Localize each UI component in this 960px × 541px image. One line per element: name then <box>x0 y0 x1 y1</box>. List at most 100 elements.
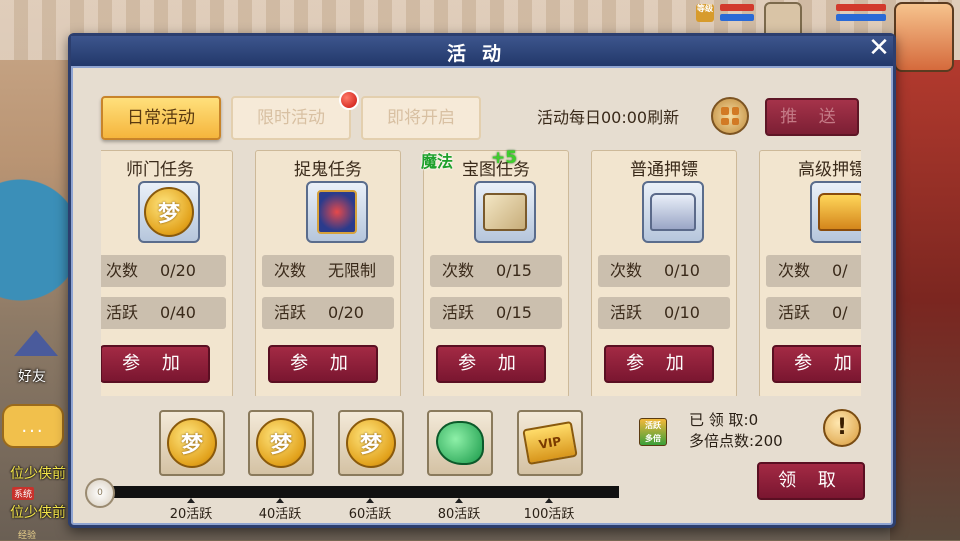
progress-knob: 0 <box>85 478 115 508</box>
coin-glyph: 梦 <box>144 187 194 237</box>
reward-40[interactable]: 梦 <box>248 410 314 476</box>
join-button[interactable]: 参 加 <box>436 345 546 383</box>
activity-card: 师门任务 梦 次数 0/20 活跃 0/40 参 加 <box>101 150 233 396</box>
close-icon[interactable]: ✕ <box>865 34 893 62</box>
multiplier-points-icon: 活跃 多倍 <box>639 418 667 446</box>
gold-chest-icon <box>810 181 861 243</box>
count-row: 次数 0/10 <box>598 255 730 287</box>
chat-line: 位少侠前 <box>10 505 66 521</box>
demon-mask-icon <box>306 181 368 243</box>
activity-name: 高级押镖 <box>798 160 861 180</box>
active-row: 活跃 0/20 <box>262 297 394 329</box>
count-value: 0/10 <box>664 261 700 280</box>
magic-gain-value: +5 <box>491 148 518 168</box>
join-button[interactable]: 参 加 <box>268 345 378 383</box>
count-label: 次数 <box>610 261 643 280</box>
friend-label: 好友 <box>18 369 46 385</box>
jade-icon <box>436 421 484 465</box>
tick-label: 20活跃 <box>169 507 213 522</box>
claimed-label: 已 领 取: <box>689 411 749 429</box>
points-icon-label: 多倍 <box>645 434 661 443</box>
level-badge-icon: 等级 <box>696 4 714 22</box>
refresh-notice: 活动每日00:00刷新 <box>537 108 680 127</box>
gold-coin-icon: 梦 <box>346 418 396 468</box>
activity-card: 宝图任务 次数 0/15 活跃 0/15 参 加 <box>423 150 569 396</box>
player-hp-bar <box>836 4 886 11</box>
tab-upcoming[interactable]: 即将开启 <box>361 96 481 140</box>
activity-name: 普通押镖 <box>630 160 698 180</box>
count-row: 次数 0/20 <box>101 255 226 287</box>
mp-bar <box>720 14 754 21</box>
reward-100[interactable]: VIP <box>517 410 583 476</box>
tab-upcoming-label: 即将开启 <box>387 108 455 128</box>
hud-top: 等级 <box>690 2 890 40</box>
tab-limited-label: 限时活动 <box>257 108 325 128</box>
claimed-line: 已 领 取:0 <box>689 409 758 430</box>
background-building <box>890 60 960 540</box>
vip-card-icon: VIP <box>522 420 578 466</box>
active-row: 活跃 0/40 <box>101 297 226 329</box>
active-row: 活跃 0/15 <box>430 297 562 329</box>
tick-label: 100活跃 <box>523 507 575 522</box>
active-value: 0/40 <box>160 303 196 322</box>
points-icon-text: 活跃 <box>645 421 661 430</box>
activity-card: 普通押镖 次数 0/10 活跃 0/10 参 加 <box>591 150 737 396</box>
active-value: 0/20 <box>328 303 364 322</box>
active-value: 0/ <box>832 303 848 322</box>
claim-button[interactable]: 领 取 <box>757 462 865 500</box>
count-value: 0/15 <box>496 261 532 280</box>
count-row: 次数 0/ <box>766 255 861 287</box>
count-row: 次数 无限制 <box>262 255 394 287</box>
active-label: 活跃 <box>778 303 811 322</box>
count-label: 次数 <box>778 261 811 280</box>
activity-name: 捉鬼任务 <box>294 160 362 180</box>
multi-points-label: 多倍点数: <box>689 432 755 450</box>
player-mp-bar <box>836 14 886 21</box>
hp-bar <box>720 4 754 11</box>
friend-button[interactable]: 好友 <box>2 330 64 386</box>
active-row: 活跃 0/10 <box>598 297 730 329</box>
activity-list[interactable]: 师门任务 梦 次数 0/20 活跃 0/40 参 加 捉鬼任务 次数 无限制 活… <box>101 150 861 396</box>
count-value: 0/20 <box>160 261 196 280</box>
gold-coin-icon: 梦 <box>167 418 217 468</box>
active-label: 活跃 <box>274 303 307 322</box>
info-icon[interactable]: ! <box>823 409 861 447</box>
count-row: 次数 0/15 <box>430 255 562 287</box>
player-avatar[interactable] <box>894 2 954 72</box>
active-row: 活跃 0/ <box>766 297 861 329</box>
silver-chest-icon <box>642 181 704 243</box>
count-label: 次数 <box>274 261 307 280</box>
activity-name: 师门任务 <box>126 160 194 180</box>
active-label: 活跃 <box>106 303 139 322</box>
notification-dot-icon <box>339 90 359 110</box>
activity-panel: 活动 ✕ 日常活动 限时活动 即将开启 活动每日00:00刷新 推 送 师门任务… <box>68 33 896 528</box>
tab-limited[interactable]: 限时活动 <box>231 90 359 140</box>
tab-daily-label: 日常活动 <box>127 108 195 128</box>
activity-card: 捉鬼任务 次数 无限制 活跃 0/20 参 加 <box>255 150 401 396</box>
chat-icon[interactable]: ... <box>2 404 64 448</box>
chat-line: 位少侠前 <box>10 466 66 482</box>
reward-20[interactable]: 梦 <box>159 410 225 476</box>
panel-title: 活动 <box>446 43 517 65</box>
activity-card: 高级押镖 次数 0/ 活跃 0/ 参 加 <box>759 150 861 396</box>
count-value: 0/ <box>832 261 848 280</box>
activity-progress-bar <box>93 486 619 498</box>
system-badge: 系统 <box>12 487 35 500</box>
tick-label: 80活跃 <box>437 507 481 522</box>
gold-coin-icon: 梦 <box>256 418 306 468</box>
join-button[interactable]: 参 加 <box>101 345 210 383</box>
reward-80[interactable] <box>427 410 493 476</box>
tab-daily[interactable]: 日常活动 <box>101 96 221 140</box>
treasure-map-icon <box>474 181 536 243</box>
join-button[interactable]: 参 加 <box>604 345 714 383</box>
active-value: 0/15 <box>496 303 532 322</box>
multi-points-value: 200 <box>754 432 783 450</box>
push-button[interactable]: 推 送 <box>765 98 859 136</box>
tick-label: 40活跃 <box>258 507 302 522</box>
reward-60[interactable]: 梦 <box>338 410 404 476</box>
grid-menu-icon[interactable] <box>711 97 749 135</box>
join-button[interactable]: 参 加 <box>772 345 861 383</box>
friend-hat-icon <box>14 330 58 356</box>
magic-gain-label: 魔法 <box>421 152 454 171</box>
exp-label: 经验 <box>18 531 37 541</box>
